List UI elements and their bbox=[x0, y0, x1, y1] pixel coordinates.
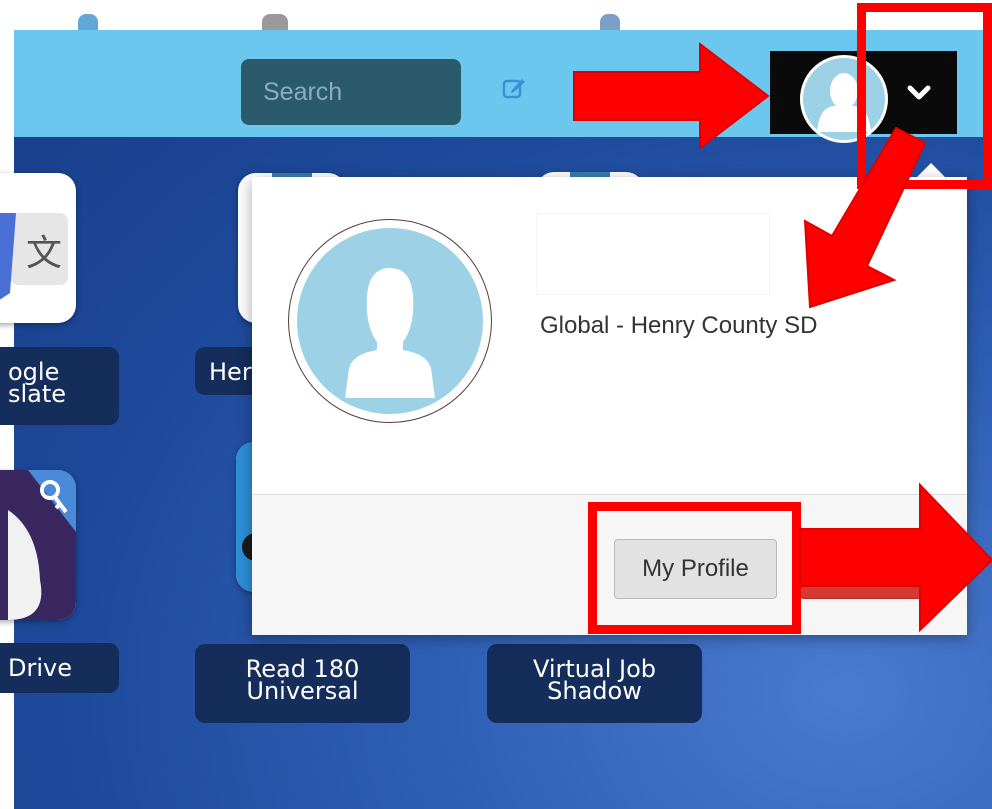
arrow-down-left-icon bbox=[803, 126, 927, 309]
annotation-arrows bbox=[573, 41, 992, 633]
arrow-right-icon bbox=[573, 41, 770, 151]
arrow-right-icon bbox=[799, 482, 992, 633]
